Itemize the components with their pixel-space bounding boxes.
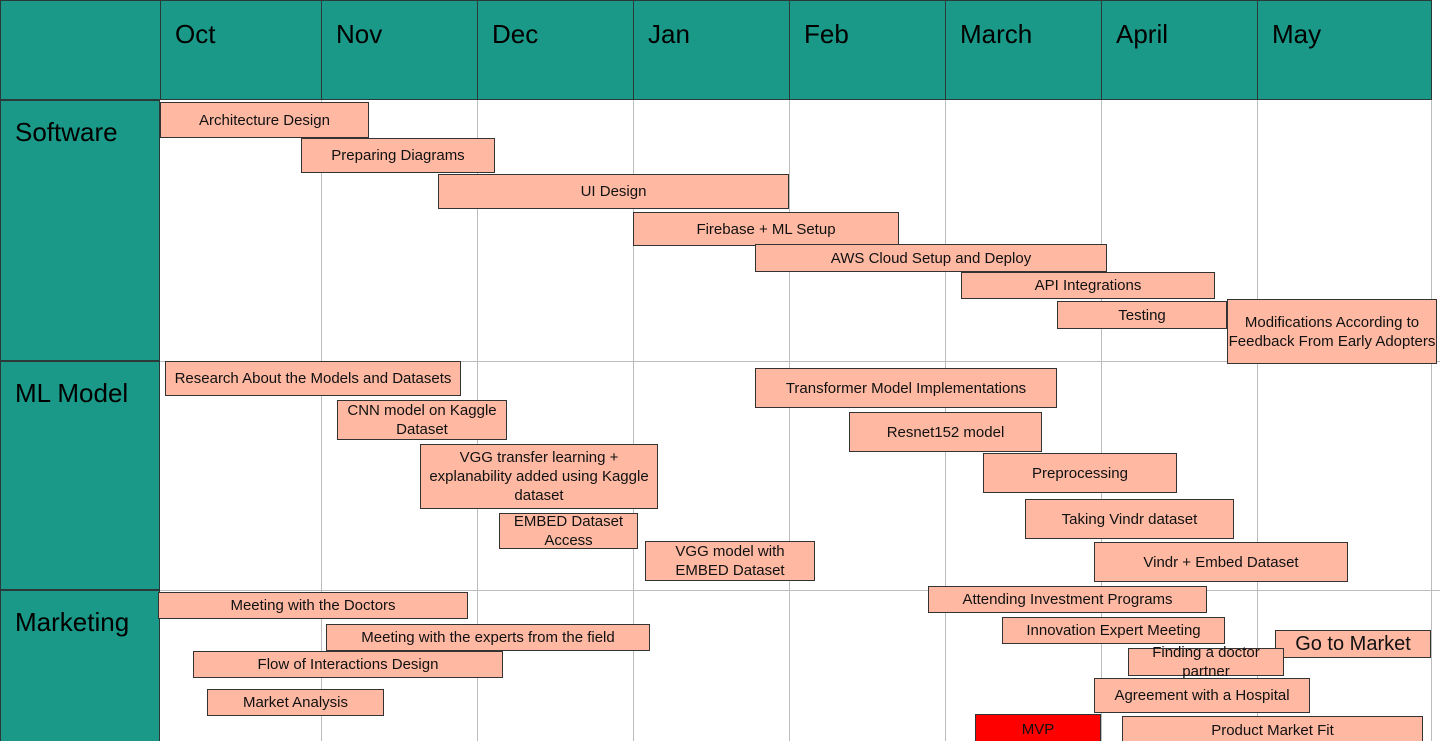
milestone-bar: MVP	[975, 714, 1101, 741]
task-label: Modifications According to Feedback From…	[1228, 313, 1436, 350]
task-bar: Transformer Model Implementations	[755, 368, 1057, 408]
task-bar: Meeting with the experts from the field	[326, 624, 650, 651]
month-header: April	[1101, 0, 1258, 100]
task-label: CNN model on Kaggle Dataset	[347, 402, 497, 438]
task-bar: Modifications According to Feedback From…	[1227, 299, 1437, 364]
task-bar: Firebase + ML Setup	[633, 212, 899, 246]
task-bar: API Integrations	[961, 272, 1215, 299]
task-label: Transformer Model Implementations	[785, 379, 1027, 397]
task-label: EMBED Dataset Access	[513, 513, 624, 549]
task-label: Architecture Design	[199, 111, 330, 129]
month-header: Dec	[477, 0, 634, 100]
month-label: Jan	[648, 19, 690, 49]
task-bar: VGG model with EMBED Dataset	[645, 541, 815, 581]
task-label: VGG transfer learning + explanability ad…	[429, 449, 649, 504]
task-label: Testing	[1118, 306, 1166, 324]
task-bar: Resnet152 model	[849, 412, 1042, 452]
task-label: Agreement with a Hospital	[1114, 687, 1290, 704]
month-label: Feb	[804, 19, 849, 49]
task-label: Firebase + ML Setup	[696, 220, 836, 238]
task-bar: Taking Vindr dataset	[1025, 499, 1234, 539]
task-label: Resnet152 model	[886, 423, 1005, 441]
gridline	[1101, 100, 1102, 741]
task-bar: Product Market Fit	[1122, 716, 1423, 741]
task-bar: Market Analysis	[207, 689, 384, 716]
month-label: April	[1116, 19, 1169, 49]
task-label: AWS Cloud Setup and Deploy	[830, 249, 1032, 267]
lane-ml-model: ML Model	[0, 361, 160, 590]
task-bar: Attending Investment Programs	[928, 586, 1207, 613]
roadmap-gantt: Oct Nov Dec Jan Feb March April May Software ML M…	[0, 0, 1440, 741]
month-header: Feb	[789, 0, 946, 100]
lane-label: ML Model	[15, 378, 129, 408]
month-label: Dec	[492, 19, 539, 49]
month-header: Oct	[160, 0, 322, 100]
task-bar: Go to Market	[1275, 630, 1431, 658]
task-bar: Research About the Models and Datasets	[165, 361, 461, 396]
task-label: Market Analysis	[242, 694, 349, 711]
task-label: Preprocessing	[1032, 464, 1128, 482]
gridline	[1431, 100, 1432, 741]
gridline	[789, 100, 790, 741]
month-label: May	[1272, 19, 1322, 49]
lane-label: Marketing	[15, 607, 130, 637]
task-label: API Integrations	[1034, 277, 1142, 294]
task-bar: Preprocessing	[983, 453, 1177, 493]
lane-software: Software	[0, 100, 160, 361]
task-label: MVP	[1021, 720, 1055, 738]
task-label: Product Market Fit	[1211, 721, 1334, 739]
task-bar: Finding a doctor partner	[1128, 644, 1284, 680]
task-label: Research About the Models and Datasets	[174, 370, 452, 387]
task-label: Go to Market	[1295, 632, 1411, 655]
month-label: Nov	[336, 19, 383, 49]
task-bar: CNN model on Kaggle Dataset	[337, 400, 507, 440]
task-bar: VGG transfer learning + explanability ad…	[420, 444, 658, 509]
task-bar: Innovation Expert Meeting	[1002, 617, 1225, 644]
task-label: Attending Investment Programs	[962, 591, 1173, 608]
task-label: Meeting with the Doctors	[230, 597, 396, 614]
month-header: Nov	[321, 0, 478, 100]
gridline	[321, 100, 322, 741]
task-label: VGG model with EMBED Dataset	[675, 543, 785, 579]
month-header: March	[945, 0, 1102, 100]
task-label: Preparing Diagrams	[331, 147, 465, 164]
task-label: Innovation Expert Meeting	[1026, 622, 1201, 639]
task-bar: Testing	[1057, 301, 1227, 329]
task-label: Finding a doctor partner	[1152, 644, 1260, 680]
task-label: Meeting with the experts from the field	[361, 629, 615, 646]
task-bar: Vindr + Embed Dataset	[1094, 542, 1348, 582]
header-corner	[0, 0, 161, 100]
lane-marketing: Marketing	[0, 590, 160, 741]
task-bar: Agreement with a Hospital	[1094, 678, 1310, 713]
task-bar: Preparing Diagrams	[301, 138, 495, 173]
month-label: March	[960, 19, 1033, 49]
month-label: Oct	[175, 19, 216, 49]
month-header: May	[1257, 0, 1432, 100]
task-label: Taking Vindr dataset	[1061, 510, 1198, 528]
task-label: UI Design	[580, 183, 647, 200]
month-header: Jan	[633, 0, 790, 100]
gridline	[160, 590, 1440, 591]
task-label: Vindr + Embed Dataset	[1143, 553, 1299, 571]
task-bar: EMBED Dataset Access	[499, 513, 638, 549]
task-bar: AWS Cloud Setup and Deploy	[755, 244, 1107, 272]
task-bar: Architecture Design	[160, 102, 369, 138]
task-bar: UI Design	[438, 174, 789, 209]
task-label: Flow of Interactions Design	[257, 656, 439, 673]
task-bar: Flow of Interactions Design	[193, 651, 503, 678]
task-bar: Meeting with the Doctors	[158, 592, 468, 619]
lane-label: Software	[15, 117, 118, 147]
